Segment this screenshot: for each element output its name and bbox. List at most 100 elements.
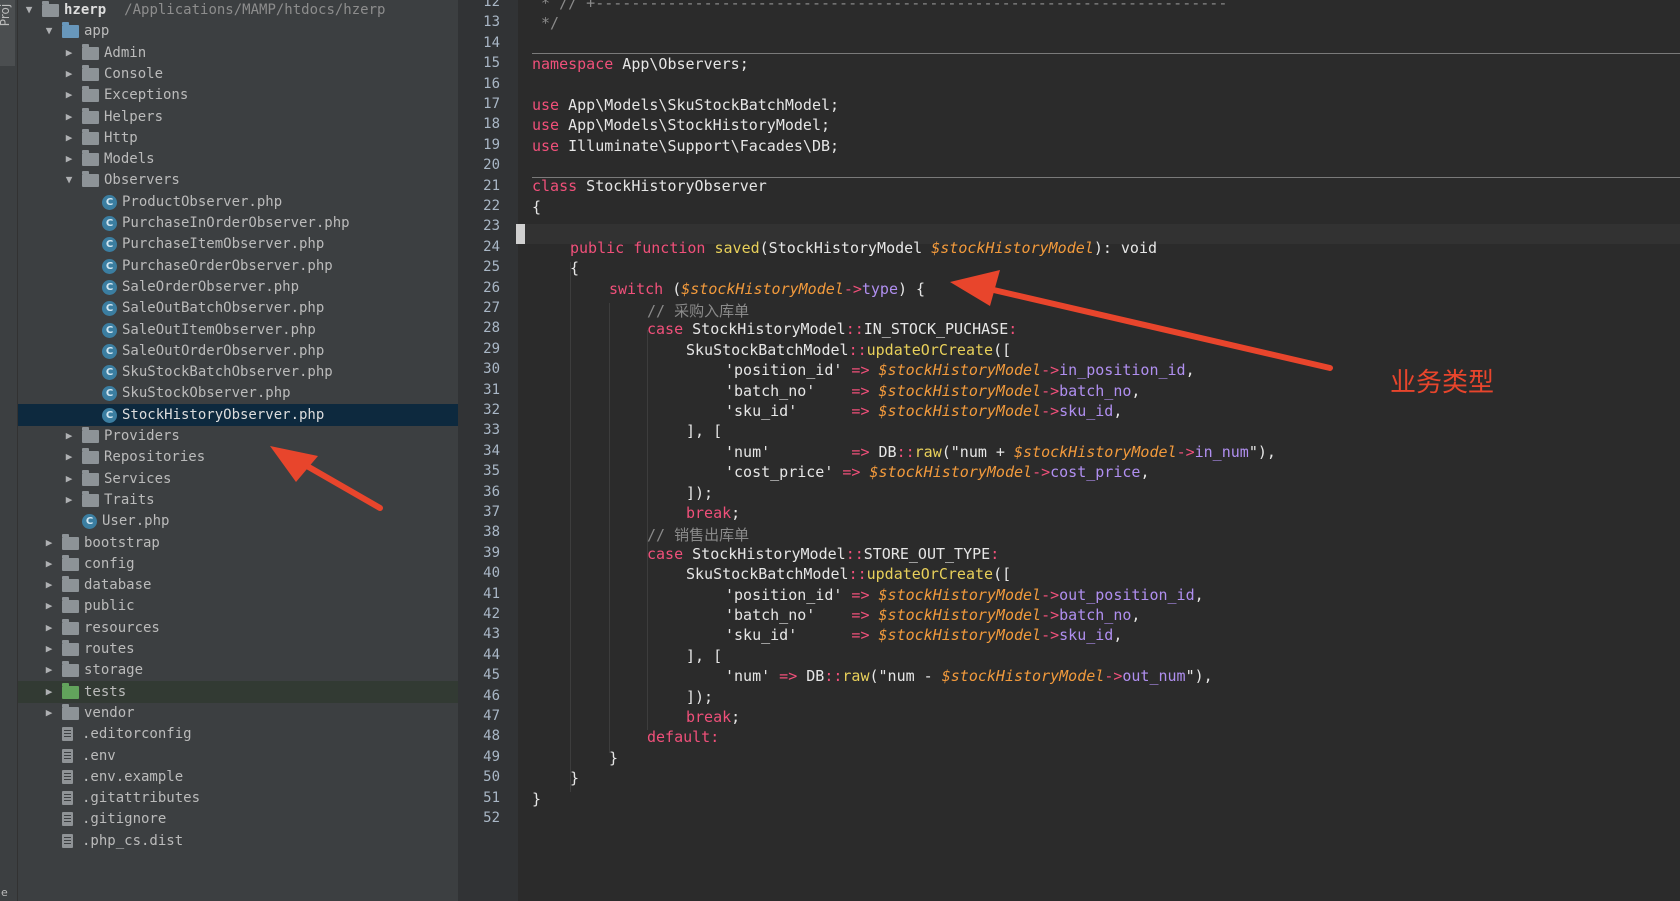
line-number: 22 bbox=[483, 198, 500, 214]
tree-row-folder-models[interactable]: ▶ Models bbox=[18, 148, 458, 171]
chevron-right-icon[interactable]: ▶ bbox=[62, 42, 76, 65]
chevron-right-icon[interactable]: ▶ bbox=[42, 659, 56, 682]
tree-row-file-envexample[interactable]: .env.example bbox=[18, 766, 458, 789]
chevron-right-icon[interactable]: ▶ bbox=[62, 84, 76, 107]
chevron-right-icon[interactable]: ▶ bbox=[62, 425, 76, 448]
php-class-icon: C bbox=[102, 301, 117, 317]
chevron-right-icon[interactable]: ▶ bbox=[42, 595, 56, 618]
chevron-right-icon[interactable]: ▶ bbox=[62, 106, 76, 129]
line-number: 42 bbox=[483, 606, 500, 622]
php-class-icon: C bbox=[102, 343, 117, 359]
line-number: 41 bbox=[483, 585, 500, 602]
tree-row-file-stockhistoryobserver[interactable]: C StockHistoryObserver.php bbox=[18, 403, 458, 427]
chevron-down-icon[interactable]: ▼ bbox=[42, 20, 56, 43]
code-editor[interactable]: 12 13 14 15 16 17 18 19 20 21 22 23 24 25 26 27 28 29 30 31… bbox=[458, 0, 1680, 901]
code-line-51: } bbox=[532, 790, 542, 808]
code-line-31: 'batch_no' => $stockHistoryModel->batch_… bbox=[725, 382, 1141, 400]
tree-row-folder-storage[interactable]: ▶ storage bbox=[18, 659, 458, 682]
chevron-right-icon[interactable]: ▶ bbox=[42, 702, 56, 725]
tree-item-label: Admin bbox=[104, 44, 147, 61]
tree-row-folder-tests[interactable]: ▶ tests bbox=[18, 680, 458, 704]
tree-row-folder-http[interactable]: ▶ Http bbox=[18, 127, 458, 150]
tree-item-label: Repositories bbox=[104, 449, 206, 466]
tree-item-label: .php_cs.dist bbox=[82, 832, 184, 849]
code-line-45: 'num' => DB::raw("num - $stockHistoryMod… bbox=[725, 667, 1213, 685]
folder-icon bbox=[62, 640, 79, 656]
chevron-down-icon[interactable]: ▼ bbox=[62, 169, 76, 192]
php-class-icon: C bbox=[102, 279, 117, 295]
chevron-right-icon[interactable]: ▶ bbox=[42, 681, 56, 704]
code-line-46: ]); bbox=[686, 688, 714, 706]
chevron-right-icon[interactable]: ▶ bbox=[42, 617, 56, 640]
tree-row-folder-config[interactable]: ▶ config bbox=[18, 553, 458, 576]
tree-row-file-php-csdist[interactable]: .php_cs.dist bbox=[18, 830, 458, 853]
php-class-icon: C bbox=[82, 514, 97, 530]
code-line-33: ], [ bbox=[686, 422, 723, 440]
tree-row-folder-app[interactable]: ▼ app bbox=[18, 20, 458, 43]
project-tool-tab[interactable]: Proj bbox=[0, 0, 15, 66]
chevron-right-icon[interactable]: ▶ bbox=[62, 148, 76, 171]
chevron-right-icon[interactable]: ▶ bbox=[62, 468, 76, 491]
code-line-19: use Illuminate\Support\Facades\DB; bbox=[532, 137, 840, 155]
code-line-49: } bbox=[609, 749, 619, 767]
tree-row-folder-admin[interactable]: ▶ Admin bbox=[18, 42, 458, 65]
tree-row-folder-public[interactable]: ▶ public bbox=[18, 595, 458, 618]
chevron-right-icon[interactable]: ▶ bbox=[42, 638, 56, 661]
tree-row-file-env[interactable]: .env bbox=[18, 745, 458, 768]
structure-tab-label[interactable]: e bbox=[1, 886, 8, 899]
code-line-13: */ bbox=[532, 14, 560, 32]
tree-row-folder-vendor[interactable]: ▶ vendor bbox=[18, 702, 458, 725]
chevron-right-icon[interactable]: ▶ bbox=[42, 574, 56, 597]
tree-row-file-saleoutorderobserver[interactable]: C SaleOutOrderObserver.php bbox=[18, 340, 458, 363]
code-line-35: 'cost_price' => $stockHistoryModel->cost… bbox=[725, 463, 1150, 481]
tree-item-label: SaleOutOrderObserver.php bbox=[122, 342, 325, 359]
tree-row-file-productobserver[interactable]: C ProductObserver.php bbox=[18, 191, 458, 214]
tree-row-file-skustockobserver[interactable]: C SkuStockObserver.php bbox=[18, 382, 458, 405]
tree-row-folder-resources[interactable]: ▶ resources bbox=[18, 617, 458, 640]
line-number: 19 bbox=[483, 136, 500, 153]
tree-row-folder-exceptions[interactable]: ▶ Exceptions bbox=[18, 84, 458, 107]
tree-row-folder-traits[interactable]: ▶ Traits bbox=[18, 489, 458, 512]
chevron-right-icon[interactable]: ▶ bbox=[62, 63, 76, 86]
tree-row-folder-helpers[interactable]: ▶ Helpers bbox=[18, 106, 458, 129]
tree-row-file-user[interactable]: C User.php bbox=[18, 510, 458, 533]
tree-row-folder-routes[interactable]: ▶ routes bbox=[18, 638, 458, 661]
project-tree: ▼ hzerp/Applications/MAMP/htdocs/hzerp ▼ ap… bbox=[18, 0, 458, 901]
tree-root-row[interactable]: ▼ hzerp/Applications/MAMP/htdocs/hzerp bbox=[18, 0, 458, 22]
tree-row-file-saleoutitemobserver[interactable]: C SaleOutItemObserver.php bbox=[18, 319, 458, 342]
tree-row-file-editorconfig[interactable]: .editorconfig bbox=[18, 723, 458, 746]
tree-row-file-purchaseorderobserver[interactable]: C PurchaseOrderObserver.php bbox=[18, 255, 458, 278]
tree-row-file-purchaseitemobserver[interactable]: C PurchaseItemObserver.php bbox=[18, 233, 458, 256]
tree-row-folder-bootstrap[interactable]: ▶ bootstrap bbox=[18, 532, 458, 555]
tree-row-file-skustockbatchobserver[interactable]: C SkuStockBatchObserver.php bbox=[18, 361, 458, 384]
tree-item-label: storage bbox=[84, 662, 144, 679]
line-number: 45 bbox=[483, 667, 500, 684]
tree-item-label: Models bbox=[104, 151, 155, 168]
folder-icon bbox=[82, 107, 99, 124]
tree-item-label: .env.example bbox=[82, 768, 184, 785]
tree-row-folder-observers[interactable]: ▼ Observers bbox=[18, 169, 458, 192]
chevron-right-icon[interactable]: ▶ bbox=[62, 127, 76, 150]
folder-icon bbox=[62, 618, 79, 635]
chevron-right-icon[interactable]: ▶ bbox=[42, 553, 56, 576]
tree-item-label: tests bbox=[84, 683, 127, 700]
chevron-right-icon[interactable]: ▶ bbox=[62, 489, 76, 512]
chevron-right-icon[interactable]: ▶ bbox=[42, 532, 56, 555]
folder-icon bbox=[82, 128, 99, 145]
folder-icon bbox=[62, 533, 79, 550]
tree-item-label: PurchaseInOrderObserver.php bbox=[122, 215, 350, 231]
chevron-right-icon[interactable]: ▶ bbox=[62, 446, 76, 469]
tree-row-folder-repositories[interactable]: ▶ Repositories bbox=[18, 446, 458, 469]
tree-row-file-purchaseinorderobserver[interactable]: C PurchaseInOrderObserver.php bbox=[18, 212, 458, 235]
line-number: 26 bbox=[483, 279, 500, 296]
tree-item-label: Http bbox=[104, 129, 138, 146]
tree-row-folder-providers[interactable]: ▶ Providers bbox=[18, 425, 458, 448]
tree-row-file-gitignore[interactable]: .gitignore bbox=[18, 808, 458, 831]
tree-row-folder-services[interactable]: ▶ Services bbox=[18, 468, 458, 491]
tree-row-file-saleoutbatchobserver[interactable]: C SaleOutBatchObserver.php bbox=[18, 297, 458, 320]
tree-row-folder-database[interactable]: ▶ database bbox=[18, 574, 458, 597]
chevron-down-icon[interactable]: ▼ bbox=[22, 0, 36, 22]
tree-row-file-saleorderobserver[interactable]: C SaleOrderObserver.php bbox=[18, 276, 458, 299]
tree-row-file-gitattributes[interactable]: .gitattributes bbox=[18, 787, 458, 810]
tree-row-folder-console[interactable]: ▶ Console bbox=[18, 63, 458, 86]
